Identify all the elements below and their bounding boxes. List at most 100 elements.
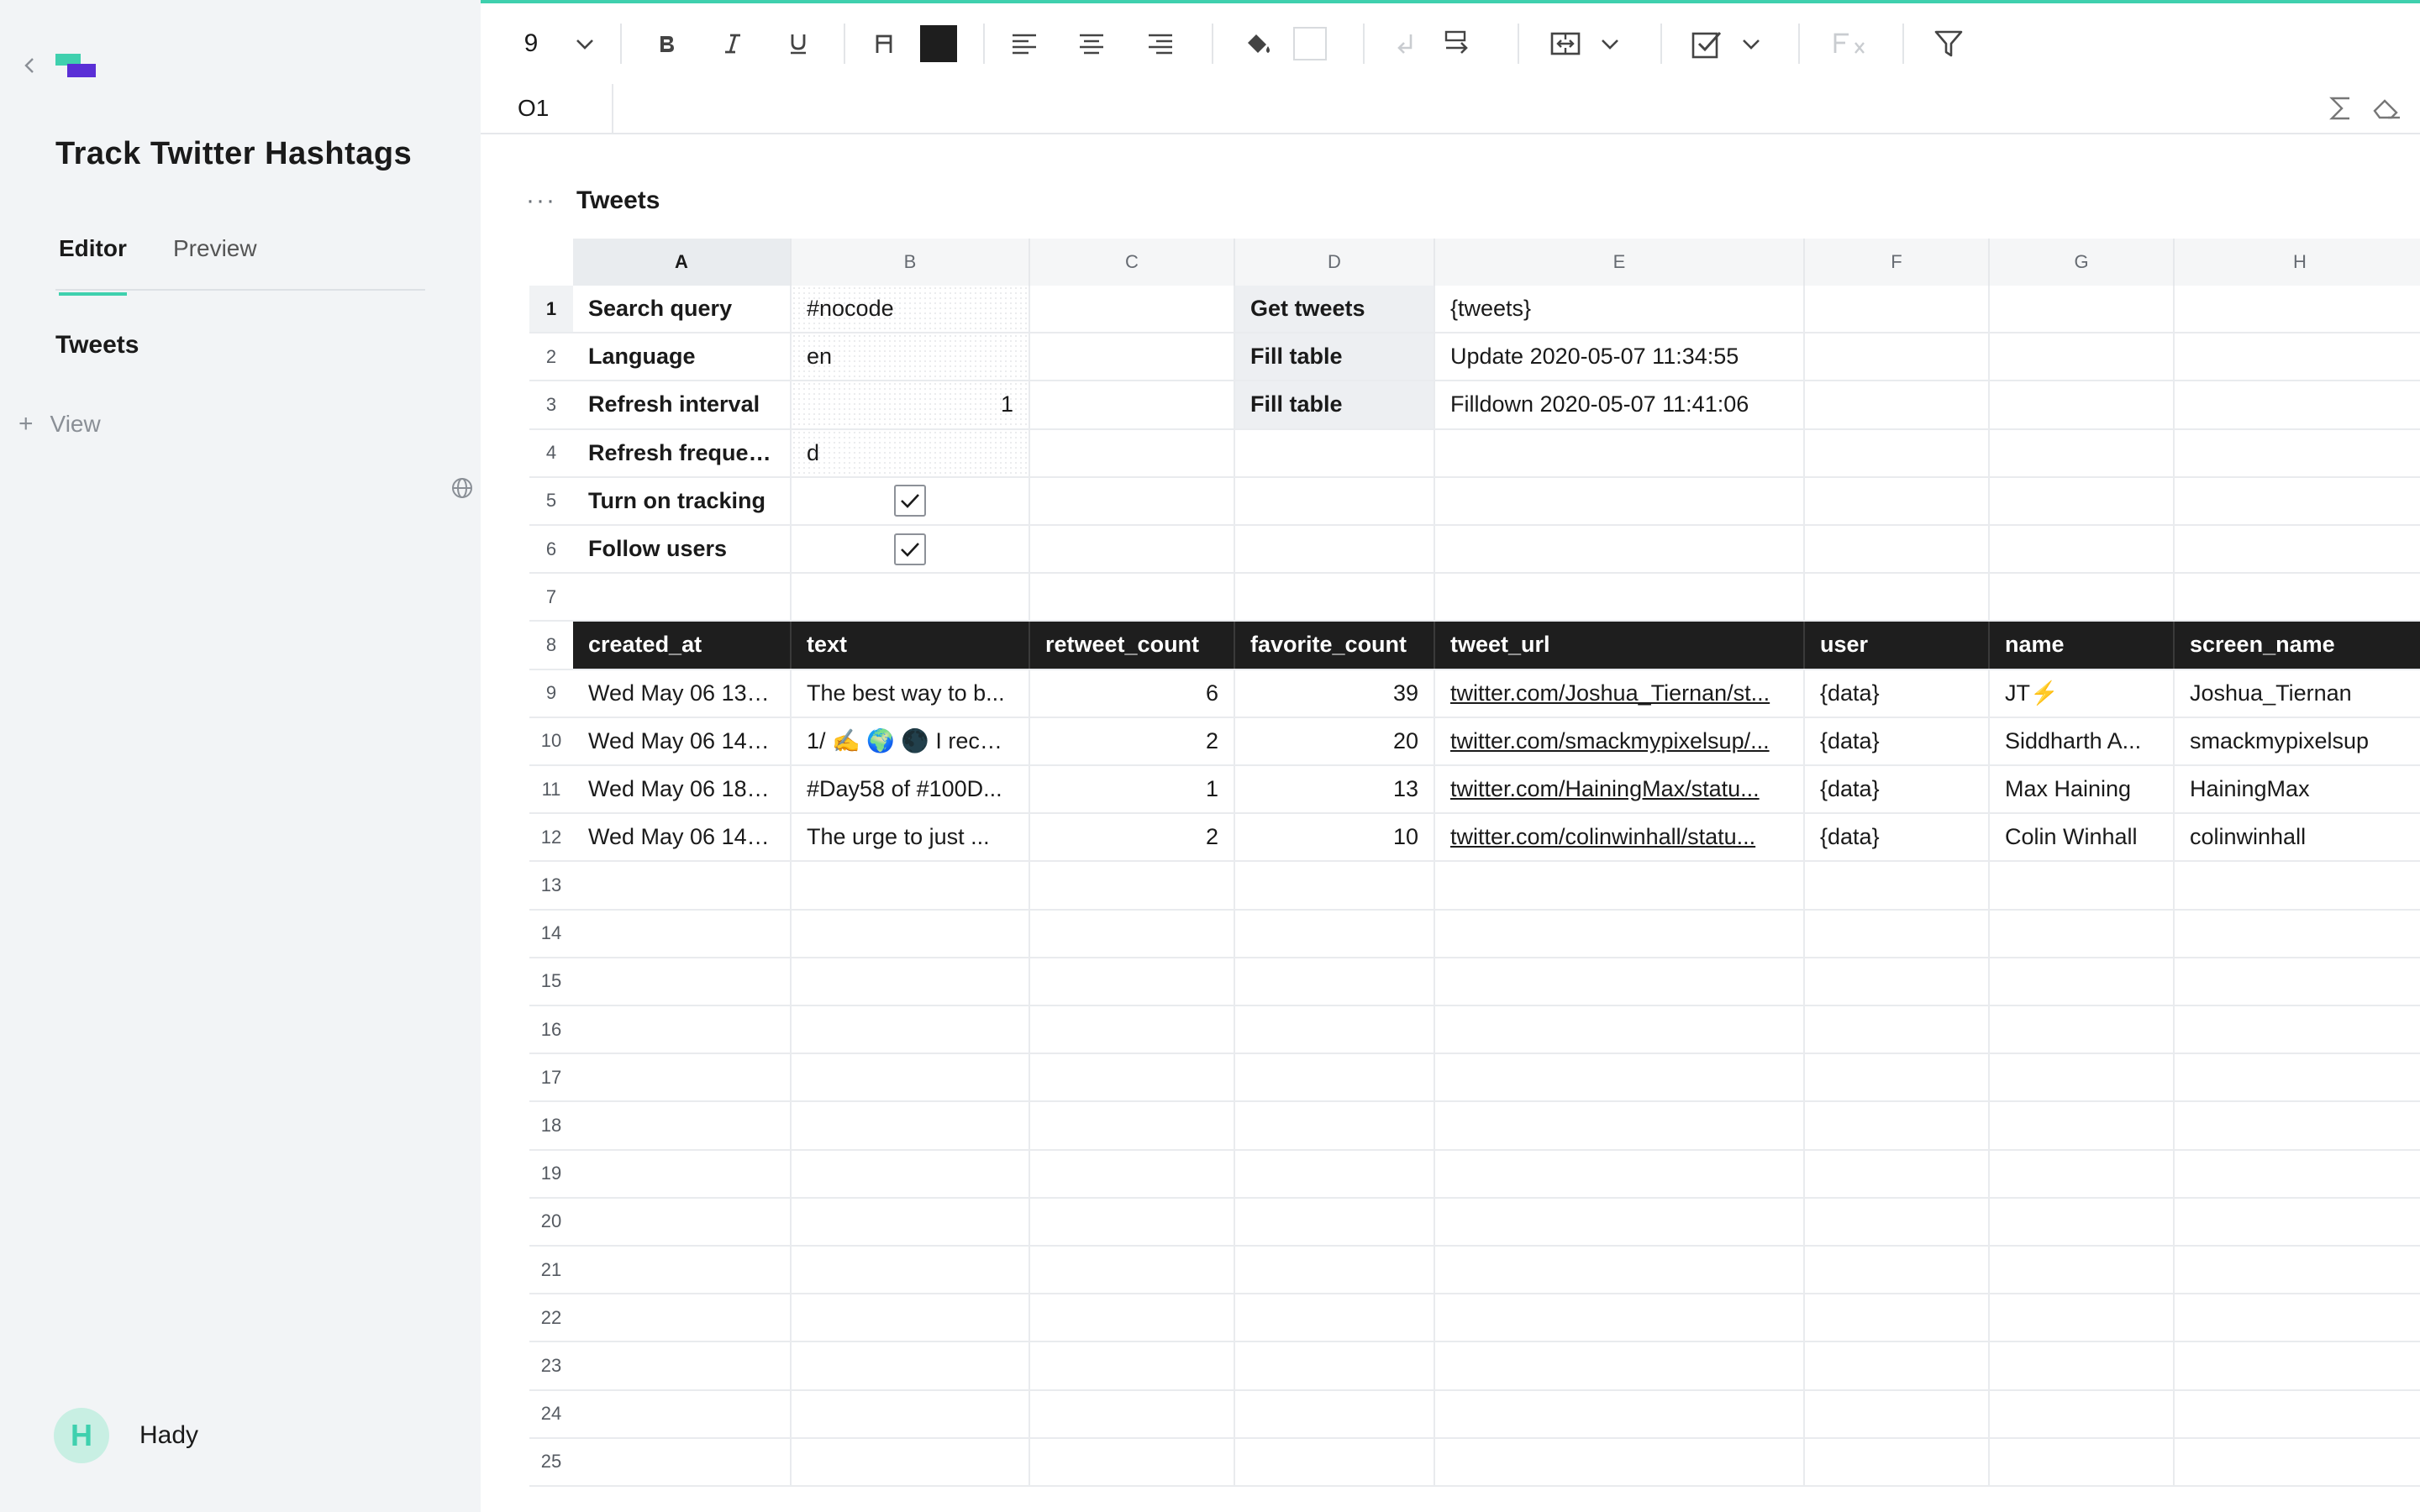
- indent-decrease-icon[interactable]: [1388, 20, 1430, 67]
- cell-b2[interactable]: en: [792, 333, 1030, 381]
- cell-e1[interactable]: {tweets}: [1435, 286, 1805, 333]
- cell-h1[interactable]: [2175, 286, 2420, 332]
- cell-g16[interactable]: [1990, 1006, 2175, 1053]
- column-header-h[interactable]: H: [2175, 239, 2420, 286]
- cell-h3[interactable]: [2175, 381, 2420, 428]
- cell-f18[interactable]: [1805, 1102, 1990, 1149]
- table-header-text[interactable]: text: [792, 622, 1030, 669]
- row-number[interactable]: 16: [529, 1006, 573, 1053]
- cell-c16[interactable]: [1030, 1006, 1235, 1053]
- cell-c24[interactable]: [1030, 1390, 1235, 1437]
- row-number[interactable]: 10: [529, 717, 573, 764]
- merge-cells-icon[interactable]: [1544, 20, 1586, 67]
- cell-e7[interactable]: [1435, 574, 1805, 621]
- cell-d23[interactable]: [1235, 1342, 1435, 1389]
- cell-e23[interactable]: [1435, 1342, 1805, 1389]
- cell-h24[interactable]: [2175, 1391, 2420, 1437]
- cell-h19[interactable]: [2175, 1151, 2420, 1197]
- cell-h10[interactable]: smackmypixelsup: [2175, 718, 2420, 764]
- action-button-1[interactable]: Get tweets: [1235, 286, 1435, 333]
- cell-d16[interactable]: [1235, 1006, 1435, 1053]
- row-number[interactable]: 3: [529, 381, 573, 428]
- cell-h11[interactable]: HainingMax: [2175, 766, 2420, 812]
- cell-h2[interactable]: [2175, 333, 2420, 380]
- row-number[interactable]: 19: [529, 1150, 573, 1197]
- cell-g20[interactable]: [1990, 1198, 2175, 1245]
- cell-a12[interactable]: Wed May 06 14:49:1...: [573, 814, 792, 861]
- cell-c1[interactable]: [1030, 286, 1235, 333]
- cell-d14[interactable]: [1235, 910, 1435, 957]
- cell-b20[interactable]: [792, 1198, 1030, 1245]
- sidebar-item-tweets[interactable]: Tweets: [55, 331, 139, 360]
- cell-c2[interactable]: [1030, 333, 1235, 381]
- tab-preview[interactable]: Preview: [173, 235, 257, 277]
- cell-g6[interactable]: [1990, 526, 2175, 573]
- cell-c22[interactable]: [1030, 1294, 1235, 1341]
- row-number[interactable]: 15: [529, 958, 573, 1005]
- column-header-f[interactable]: F: [1805, 239, 1990, 286]
- cell-h23[interactable]: [2175, 1342, 2420, 1389]
- cell-g24[interactable]: [1990, 1390, 2175, 1437]
- table-header-retweet-count[interactable]: retweet_count: [1030, 622, 1235, 669]
- cell-e15[interactable]: [1435, 958, 1805, 1005]
- cell-f20[interactable]: [1805, 1198, 1990, 1245]
- cell-d24[interactable]: [1235, 1390, 1435, 1437]
- cell-e2[interactable]: Update 2020-05-07 11:34:55: [1435, 333, 1805, 381]
- cell-h20[interactable]: [2175, 1199, 2420, 1245]
- cell-d9[interactable]: 39: [1235, 669, 1435, 717]
- cell-f16[interactable]: [1805, 1006, 1990, 1053]
- cell-d5[interactable]: [1235, 477, 1435, 524]
- cell-b14[interactable]: [792, 910, 1030, 957]
- cell-d12[interactable]: 10: [1235, 814, 1435, 861]
- fill-color-icon[interactable]: [1237, 20, 1279, 67]
- row-number[interactable]: 22: [529, 1294, 573, 1341]
- cell-f9[interactable]: {data}: [1805, 669, 1990, 717]
- cell-b24[interactable]: [792, 1390, 1030, 1437]
- cell-e9[interactable]: twitter.com/Joshua_Tiernan/st...: [1435, 669, 1805, 717]
- cell-f22[interactable]: [1805, 1294, 1990, 1341]
- cell-e19[interactable]: [1435, 1150, 1805, 1197]
- cell-a16[interactable]: [573, 1006, 792, 1053]
- cell-a14[interactable]: [573, 910, 792, 957]
- cell-h13[interactable]: [2175, 862, 2420, 908]
- fill-color-swatch[interactable]: [1291, 20, 1329, 67]
- cell-b5[interactable]: [792, 477, 1030, 524]
- cell-e21[interactable]: [1435, 1247, 1805, 1294]
- cell-b3[interactable]: 1: [792, 381, 1030, 428]
- cell-b6[interactable]: [792, 526, 1030, 573]
- cell-g19[interactable]: [1990, 1150, 2175, 1197]
- cell-a6[interactable]: Follow users: [573, 526, 792, 573]
- eraser-icon[interactable]: [2371, 94, 2402, 123]
- cell-d11[interactable]: 13: [1235, 766, 1435, 813]
- row-number[interactable]: 1: [529, 286, 573, 333]
- row-number[interactable]: 9: [529, 669, 573, 717]
- row-number[interactable]: 8: [529, 622, 573, 669]
- cell-h9[interactable]: Joshua_Tiernan: [2175, 670, 2420, 717]
- cell-e6[interactable]: [1435, 526, 1805, 573]
- row-number[interactable]: 21: [529, 1247, 573, 1294]
- chevron-down-icon[interactable]: [1593, 20, 1627, 67]
- cell-c23[interactable]: [1030, 1342, 1235, 1389]
- cell-f11[interactable]: {data}: [1805, 766, 1990, 813]
- text-color-swatch[interactable]: [918, 20, 960, 67]
- cell-b25[interactable]: [792, 1438, 1030, 1485]
- cell-d18[interactable]: [1235, 1102, 1435, 1149]
- add-view-button[interactable]: + View: [18, 410, 101, 438]
- cell-d19[interactable]: [1235, 1150, 1435, 1197]
- cell-e14[interactable]: [1435, 910, 1805, 957]
- cell-d7[interactable]: [1235, 574, 1435, 621]
- cell-e11[interactable]: twitter.com/HainingMax/statu...: [1435, 766, 1805, 813]
- cell-h16[interactable]: [2175, 1006, 2420, 1053]
- more-options-icon[interactable]: ···: [526, 188, 556, 213]
- cell-f23[interactable]: [1805, 1342, 1990, 1389]
- cell-g25[interactable]: [1990, 1438, 2175, 1485]
- checkbox[interactable]: [894, 485, 926, 517]
- chevron-down-icon[interactable]: [1734, 20, 1768, 67]
- action-button-2[interactable]: Fill table: [1235, 333, 1435, 381]
- cell-d22[interactable]: [1235, 1294, 1435, 1341]
- row-number[interactable]: 12: [529, 814, 573, 861]
- cell-c21[interactable]: [1030, 1247, 1235, 1294]
- cell-e24[interactable]: [1435, 1390, 1805, 1437]
- cell-f6[interactable]: [1805, 526, 1990, 573]
- cell-reference[interactable]: O1: [481, 84, 613, 133]
